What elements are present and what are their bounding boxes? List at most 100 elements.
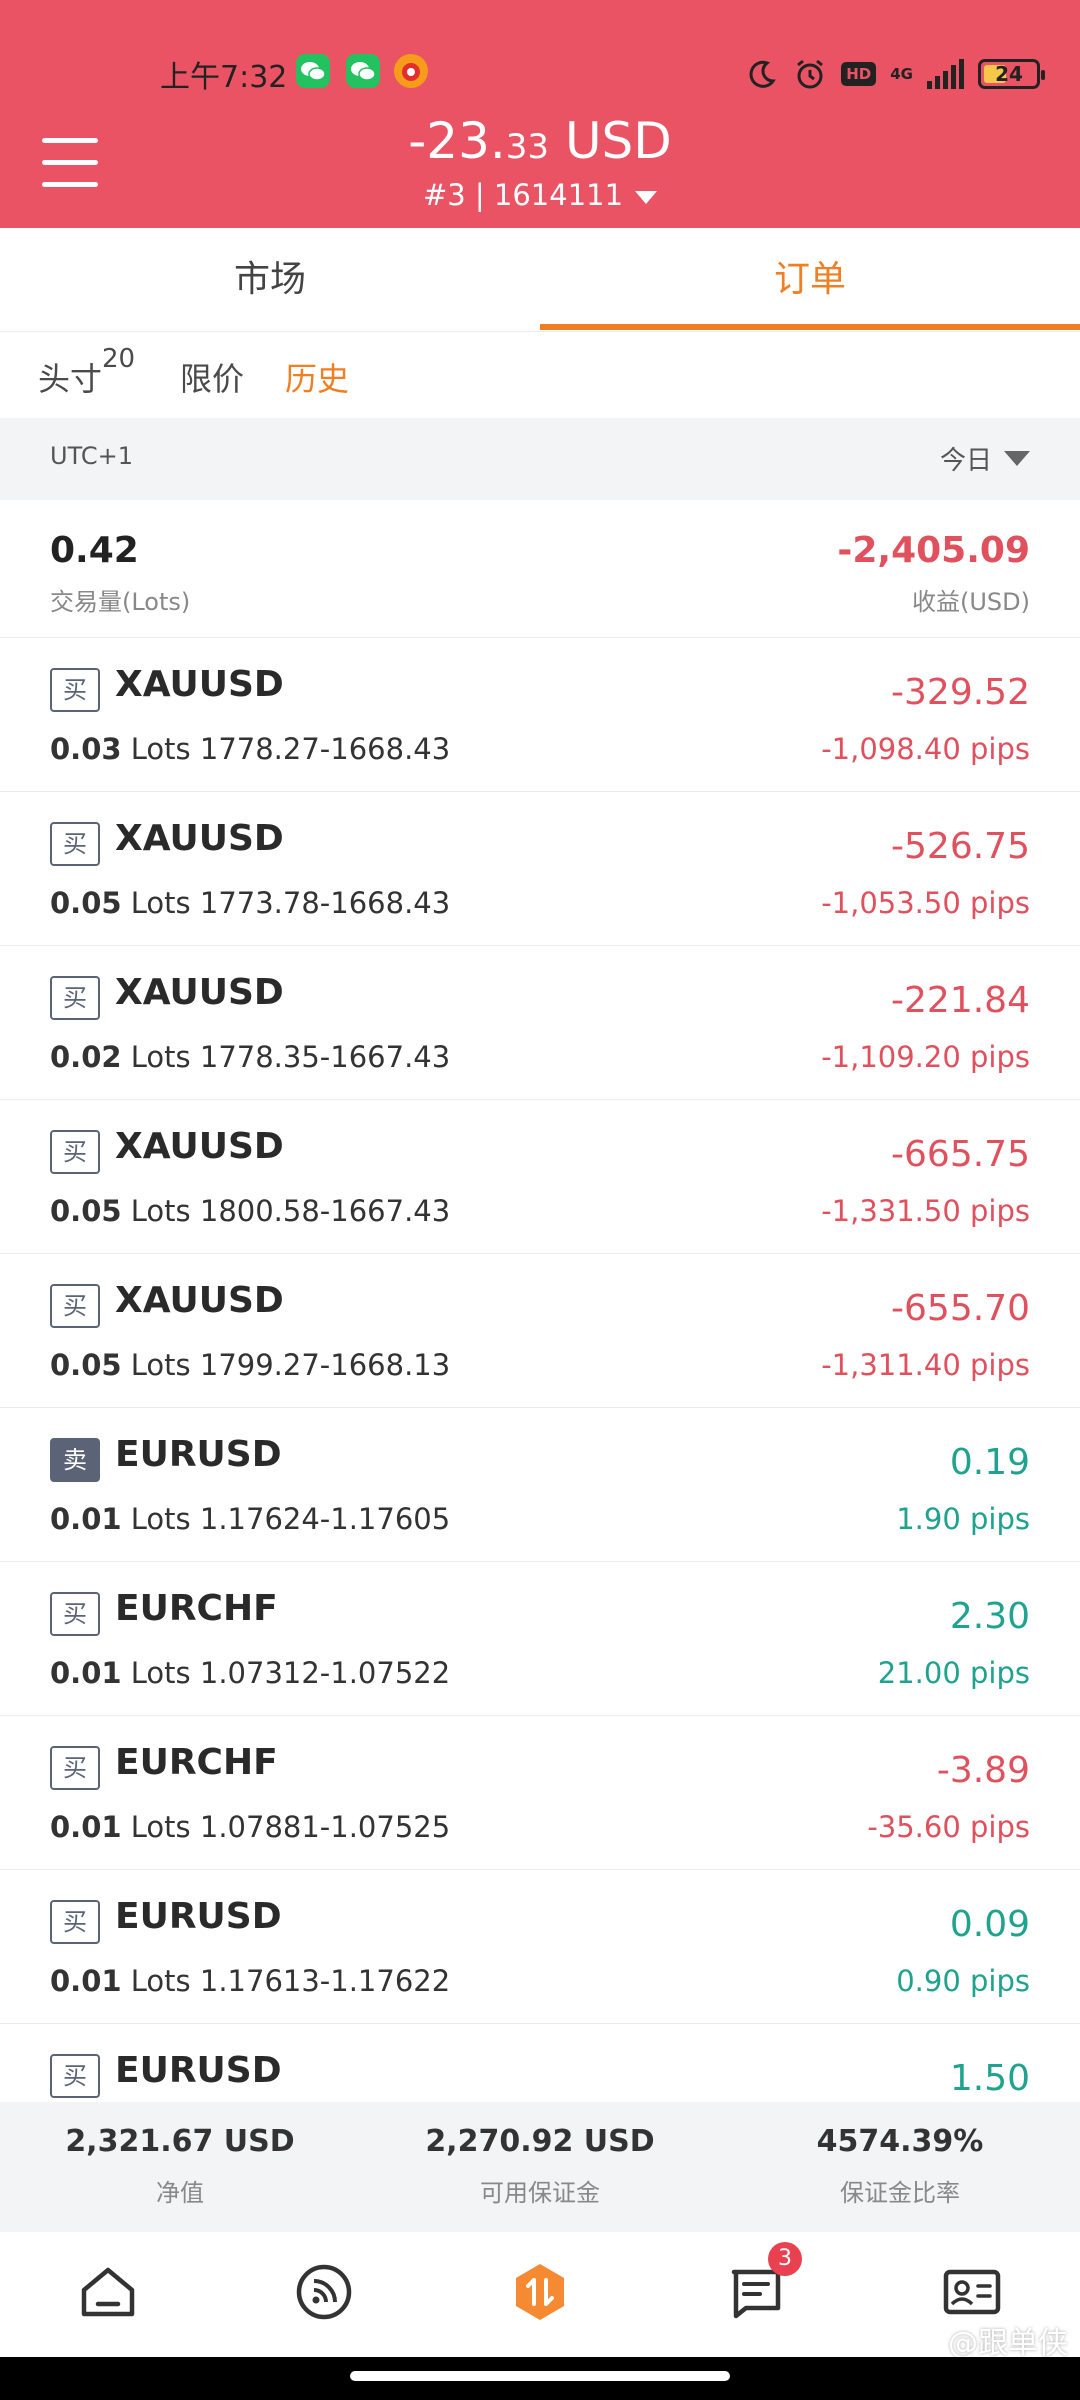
timezone-label: UTC+1	[50, 442, 133, 470]
summary-volume: 0.42	[50, 530, 139, 571]
order-prices: 1799.27-1668.13	[199, 1348, 451, 1382]
messages-badge: 3	[768, 2242, 802, 2276]
weibo-icon	[394, 54, 428, 88]
lots-unit: Lots	[130, 1964, 191, 1998]
side-badge: 买	[50, 2054, 100, 2098]
order-pips: -1,331.50 pips	[821, 1194, 1030, 1228]
order-profit: -526.75	[891, 826, 1030, 867]
history-summary: 0.42 交易量(Lots) -2,405.09 收益(USD)	[0, 500, 1080, 638]
order-profit: -665.75	[891, 1134, 1030, 1175]
order-lots: 0.05	[50, 1194, 122, 1228]
subtab-pending[interactable]: 限价	[180, 354, 244, 400]
lots-unit: Lots	[130, 1348, 191, 1382]
side-badge: 买	[50, 1746, 100, 1790]
side-badge: 买	[50, 822, 100, 866]
order-profit: -221.84	[891, 980, 1030, 1021]
order-symbol: XAUUSD	[115, 664, 284, 705]
main-tabs: 市场 订单	[0, 228, 1080, 332]
lots-unit: Lots	[130, 1656, 191, 1690]
feed-icon[interactable]	[292, 2260, 356, 2324]
period-dropdown[interactable]: 今日	[940, 440, 1030, 477]
list-item[interactable]: 买 EURUSD 1.50	[0, 2024, 1080, 2102]
order-prices: 1.07312-1.07522	[199, 1656, 451, 1690]
list-item[interactable]: 买 XAUUSD 0.03 Lots 1778.27-1668.43 -329.…	[0, 638, 1080, 792]
account-selector[interactable]: #3 | 1614111	[0, 178, 1080, 212]
order-pips: 1.90 pips	[896, 1502, 1030, 1536]
order-symbol: XAUUSD	[115, 1280, 284, 1321]
free-margin-value: 2,270.92 USD	[425, 2124, 655, 2159]
watermark-text: @跟单侠	[948, 2326, 1068, 2361]
order-detail: 0.05 Lots 1773.78-1668.43	[50, 886, 450, 920]
margin-level-value: 4574.39%	[816, 2124, 984, 2159]
side-badge: 买	[50, 1592, 100, 1636]
order-list: 买 XAUUSD 0.03 Lots 1778.27-1668.43 -329.…	[0, 638, 1080, 2102]
subtab-history[interactable]: 历史	[285, 354, 349, 400]
bottom-nav: 3	[0, 2232, 1080, 2357]
order-lots: 0.01	[50, 1810, 122, 1844]
order-pips: -1,053.50 pips	[821, 886, 1030, 920]
trade-icon[interactable]	[508, 2260, 572, 2324]
subtab-positions-label: 头寸	[38, 360, 103, 398]
status-time: 上午7:32	[160, 60, 288, 95]
chevron-down-icon	[1004, 451, 1030, 466]
list-item[interactable]: 买 XAUUSD 0.05 Lots 1773.78-1668.43 -526.…	[0, 792, 1080, 946]
order-subtabs: 头寸20 限价 历史	[0, 332, 1080, 418]
order-symbol: XAUUSD	[115, 972, 284, 1013]
list-item[interactable]: 买 XAUUSD 0.02 Lots 1778.35-1667.43 -221.…	[0, 946, 1080, 1100]
order-lots: 0.03	[50, 732, 122, 766]
lots-unit: Lots	[130, 732, 191, 766]
order-lots: 0.05	[50, 886, 122, 920]
subtab-positions[interactable]: 头寸20	[38, 344, 135, 400]
home-indicator[interactable]	[350, 2371, 730, 2381]
order-symbol: EURCHF	[115, 1742, 278, 1783]
summary-profit-label: 收益(USD)	[911, 588, 1030, 616]
lots-unit: Lots	[130, 1810, 191, 1844]
moon-icon	[749, 60, 777, 88]
equity-stat: 2,321.67 USD 净值	[0, 2124, 360, 2208]
order-pips: 21.00 pips	[877, 1656, 1030, 1690]
home-icon[interactable]	[76, 2260, 140, 2324]
list-item[interactable]: 买 EURUSD 0.01 Lots 1.17613-1.17622 0.09 …	[0, 1870, 1080, 2024]
order-symbol: XAUUSD	[115, 1126, 284, 1167]
list-item[interactable]: 买 XAUUSD 0.05 Lots 1800.58-1667.43 -665.…	[0, 1100, 1080, 1254]
lots-unit: Lots	[130, 1040, 191, 1074]
order-prices: 1773.78-1668.43	[199, 886, 451, 920]
order-lots: 0.01	[50, 1656, 122, 1690]
order-lots: 0.01	[50, 1964, 122, 1998]
tab-market[interactable]: 市场	[0, 228, 540, 332]
margin-level-label: 保证金比率	[840, 2179, 960, 2207]
order-symbol: EURUSD	[115, 2050, 282, 2091]
side-badge: 买	[50, 1130, 100, 1174]
tab-orders[interactable]: 订单	[540, 228, 1080, 332]
list-item[interactable]: 买 EURCHF 0.01 Lots 1.07312-1.07522 2.30 …	[0, 1562, 1080, 1716]
list-item[interactable]: 卖 EURUSD 0.01 Lots 1.17624-1.17605 0.19 …	[0, 1408, 1080, 1562]
lots-unit: Lots	[130, 1194, 191, 1228]
order-profit: -655.70	[891, 1288, 1030, 1329]
order-detail: 0.01 Lots 1.07312-1.07522	[50, 1656, 450, 1690]
lots-unit: Lots	[130, 886, 191, 920]
wechat-icon	[346, 54, 380, 88]
order-lots: 0.05	[50, 1348, 122, 1382]
order-prices: 1.17624-1.17605	[199, 1502, 451, 1536]
order-detail: 0.05 Lots 1799.27-1668.13	[50, 1348, 450, 1382]
side-badge: 买	[50, 668, 100, 712]
messages-icon[interactable]: 3	[724, 2242, 802, 2324]
order-symbol: EURUSD	[115, 1434, 282, 1475]
history-filter-bar: UTC+1 今日	[0, 418, 1080, 500]
list-item[interactable]: 买 XAUUSD 0.05 Lots 1799.27-1668.13 -655.…	[0, 1254, 1080, 1408]
period-value: 今日	[939, 446, 992, 476]
equity-value: 2,321.67 USD	[65, 2124, 295, 2159]
system-nav-bar	[0, 2357, 1080, 2400]
list-item[interactable]: 买 EURCHF 0.01 Lots 1.07881-1.07525 -3.89…	[0, 1716, 1080, 1870]
order-profit: -329.52	[891, 672, 1030, 713]
account-stats-bar: 2,321.67 USD 净值 2,270.92 USD 可用保证金 4574.…	[0, 2102, 1080, 2232]
account-balance: -23.33 USD	[0, 112, 1080, 170]
profile-icon[interactable]	[940, 2260, 1004, 2324]
margin-level-stat: 4574.39% 保证金比率	[720, 2124, 1080, 2208]
side-badge: 买	[50, 1900, 100, 1944]
wechat-icon	[296, 54, 330, 88]
order-symbol: XAUUSD	[115, 818, 284, 859]
order-detail: 0.01 Lots 1.07881-1.07525	[50, 1810, 450, 1844]
order-prices: 1778.27-1668.43	[199, 732, 451, 766]
free-margin-label: 可用保证金	[480, 2179, 600, 2207]
